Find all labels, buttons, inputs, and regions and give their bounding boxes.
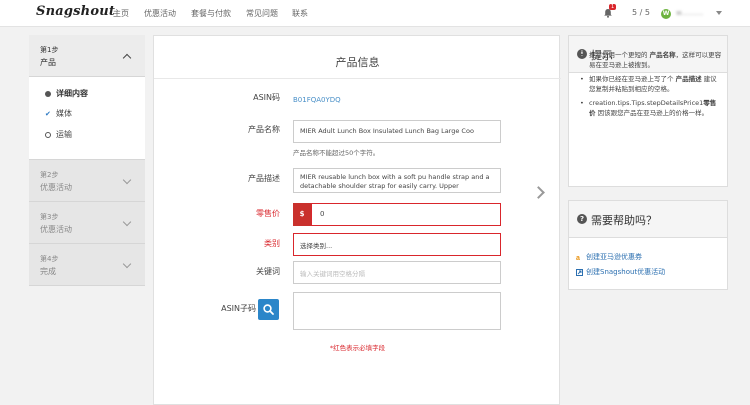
chevron-down-icon[interactable] [122,175,132,185]
tip-text: 如果你已经在亚马逊上写了个 产品描述 建议您复制并粘贴到相应的空格。 [589,75,717,93]
search-icon [263,304,274,315]
asin-child-input[interactable] [293,292,501,330]
asin-value-link[interactable]: B01FQA0YDQ [293,96,341,104]
external-link-icon [576,268,583,276]
create-snagshout-promotion-link[interactable]: 创建Snagshout优惠活动 [576,267,724,277]
username[interactable]: w.......... [676,9,703,17]
required-note: *红色表示必填字段 [329,344,386,352]
help-title: 需要帮助吗？ [591,214,657,227]
page-title: 产品信息 [335,56,380,69]
tip-item: • 如果你已经在亚马逊上写了个 产品描述 建议您复制并粘贴到相应的空格。 [580,74,722,94]
product-name-label: 产品名称 [248,125,280,134]
nav-home[interactable]: 主页 [113,8,129,19]
substep-label: 运输 [56,130,72,139]
step-name: 优惠活动 [40,183,72,192]
help-panel-header: ? 需要帮助吗？ [569,201,727,238]
avatar[interactable]: W [661,9,671,19]
bullet: • [580,99,584,107]
bullet: • [580,75,584,83]
bullet: • [580,51,584,59]
link-label: 创建Snagshout优惠活动 [586,268,666,276]
divider [154,78,561,79]
chevron-up-icon[interactable] [122,53,132,63]
filled-circle-icon [45,90,51,97]
page-counter: 5 / 5 [632,8,650,17]
empty-circle-icon [45,131,51,138]
tip-text: 推荐您用一个更短的 产品名称，这样可以更容易在亚马逊上被搜到。 [589,51,722,69]
step-3-promotion[interactable]: 第3步 优惠活动 [29,202,145,244]
substep-details[interactable]: 详细内容 [45,88,88,99]
retail-price-label: 零售价 [256,209,280,218]
check-icon: ✔ [45,109,51,118]
asin-child-label: ASIN子码 [221,304,256,313]
step-name: 完成 [40,267,56,276]
step-1-product[interactable]: 第1步 产品 [29,35,145,77]
step-name: 产品 [40,58,56,67]
asin-search-button[interactable] [258,299,279,320]
link-label: 创建亚马逊优惠券 [586,253,642,261]
step-number: 第2步 [40,171,59,179]
step-4-complete[interactable]: 第4步 完成 [29,244,145,286]
create-amazon-coupon-link[interactable]: a 创建亚马逊优惠券 [576,252,724,262]
steps-sidebar: 第1步 产品 详细内容 ✔ 媒体 运输 第2步 优惠活动 第3步 优惠活动 第4… [29,35,145,286]
notification-badge: 1 [609,4,617,10]
substep-media[interactable]: ✔ 媒体 [45,108,72,119]
substep-shipping[interactable]: 运输 [45,129,72,140]
step-name: 优惠活动 [40,225,72,234]
nav-plans-billing[interactable]: 套餐与付款 [191,8,231,19]
step-2-promotion[interactable]: 第2步 优惠活动 [29,160,145,202]
step-number: 第4步 [40,255,59,263]
chevron-down-icon[interactable] [122,217,132,227]
snagshout-logo[interactable]: Snagshout [36,4,115,19]
product-description-label: 产品描述 [248,174,280,183]
category-label: 类别 [264,239,280,248]
product-description-textarea[interactable]: MIER reusable lunch box with a soft pu h… [293,168,501,193]
tip-item: • 推荐您用一个更短的 产品名称，这样可以更容易在亚马逊上被搜到。 [580,50,722,70]
help-links: a 创建亚马逊优惠券 创建Snagshout优惠活动 [576,252,724,282]
amazon-icon: a [576,255,580,261]
chevron-down-icon[interactable] [122,259,132,269]
tip-item: • creation.tips.Tips.stepDetailsPrice1零售… [580,98,722,118]
category-select[interactable]: 选择类别... [293,233,501,256]
keywords-label: 关键词 [256,267,280,276]
svg-text:a: a [576,255,580,261]
product-name-input[interactable]: MIER Adult Lunch Box Insulated Lunch Bag… [293,120,501,143]
tip-text: creation.tips.Tips.stepDetailsPrice1零售价 … [589,99,717,117]
step-number: 第3步 [40,213,59,221]
nav-promotions[interactable]: 优惠活动 [144,8,176,19]
product-name-hint: 产品名称不能超过50个字符。 [293,149,380,157]
tips-list: • 推荐您用一个更短的 产品名称，这样可以更容易在亚马逊上被搜到。 • 如果你已… [580,50,722,122]
substep-label: 详细内容 [56,89,88,98]
asin-label: ASIN码 [253,93,280,102]
substep-label: 媒体 [56,109,72,118]
question-icon: ? [577,214,587,224]
keywords-input[interactable]: 输入关键词用空格分隔 [293,261,501,284]
retail-price-input[interactable]: 0 [311,203,501,226]
top-navbar: Snagshout 主页 优惠活动 套餐与付款 常见问题 联系 1 5 / 5 … [0,0,750,27]
substeps-list: 详细内容 ✔ 媒体 运输 [29,77,145,160]
dollar-prefix: $ [293,203,311,226]
step-number: 第1步 [40,46,59,54]
nav-faq[interactable]: 常见问题 [246,8,278,19]
chevron-down-icon[interactable] [716,11,722,15]
nav-contact[interactable]: 联系 [292,8,308,19]
keywords-placeholder: 输入关键词用空格分隔 [300,270,365,278]
product-info-card: 产品信息 ASIN码 B01FQA0YDQ 产品名称 MIER Adult Lu… [153,35,561,405]
